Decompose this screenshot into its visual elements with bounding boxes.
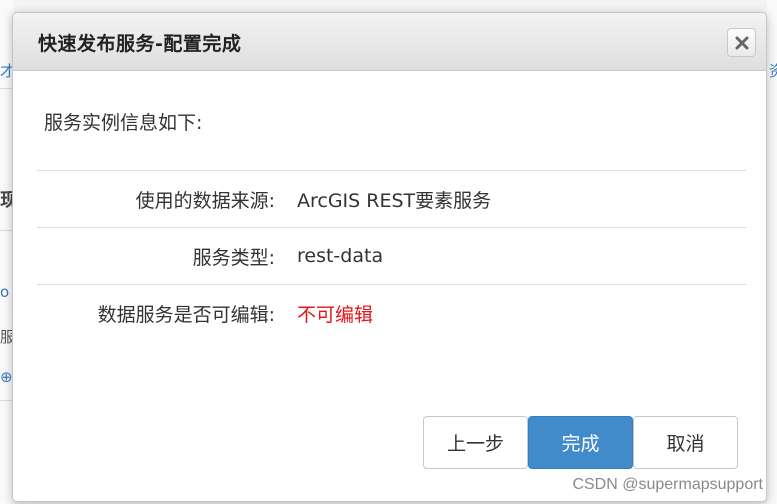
table-row: 使用的数据来源: ArcGIS REST要素服务 [37,170,746,228]
service-info-table: 使用的数据来源: ArcGIS REST要素服务 服务类型: rest-data… [37,170,746,342]
dialog-header: 快速发布服务-配置完成 [13,13,766,71]
finish-button[interactable]: 完成 [528,416,633,469]
background-link-fragment: 资 [769,62,777,80]
watermark: CSDN @supermapsupport [572,476,763,493]
background-link-fragment: 才 [0,62,12,80]
data-source-label: 使用的数据来源: [135,189,275,212]
close-icon [735,36,748,49]
cancel-button[interactable]: 取消 [633,416,738,469]
service-type-label: 服务类型: [192,246,275,269]
data-source-value: ArcGIS REST要素服务 [297,189,492,212]
close-button[interactable] [727,28,756,57]
background-icon-fragment: ⊕ [0,368,12,386]
background-heading-fragment: 现 [0,190,12,211]
background-link-fragment: o [0,283,10,301]
publish-service-dialog: 快速发布服务-配置完成 服务实例信息如下: 使用的数据来源: ArcGIS RE… [12,12,767,502]
previous-step-button[interactable]: 上一步 [423,416,528,469]
table-row: 数据服务是否可编辑: 不可编辑 [37,284,746,342]
background-text-fragment: 服 [0,328,12,346]
service-info-intro: 服务实例信息如下: [44,112,203,134]
table-row: 服务类型: rest-data [37,227,746,285]
editable-value: 不可编辑 [297,303,374,326]
service-type-value: rest-data [297,245,384,267]
editable-label: 数据服务是否可编辑: [97,303,275,326]
dialog-title: 快速发布服务-配置完成 [38,33,242,55]
